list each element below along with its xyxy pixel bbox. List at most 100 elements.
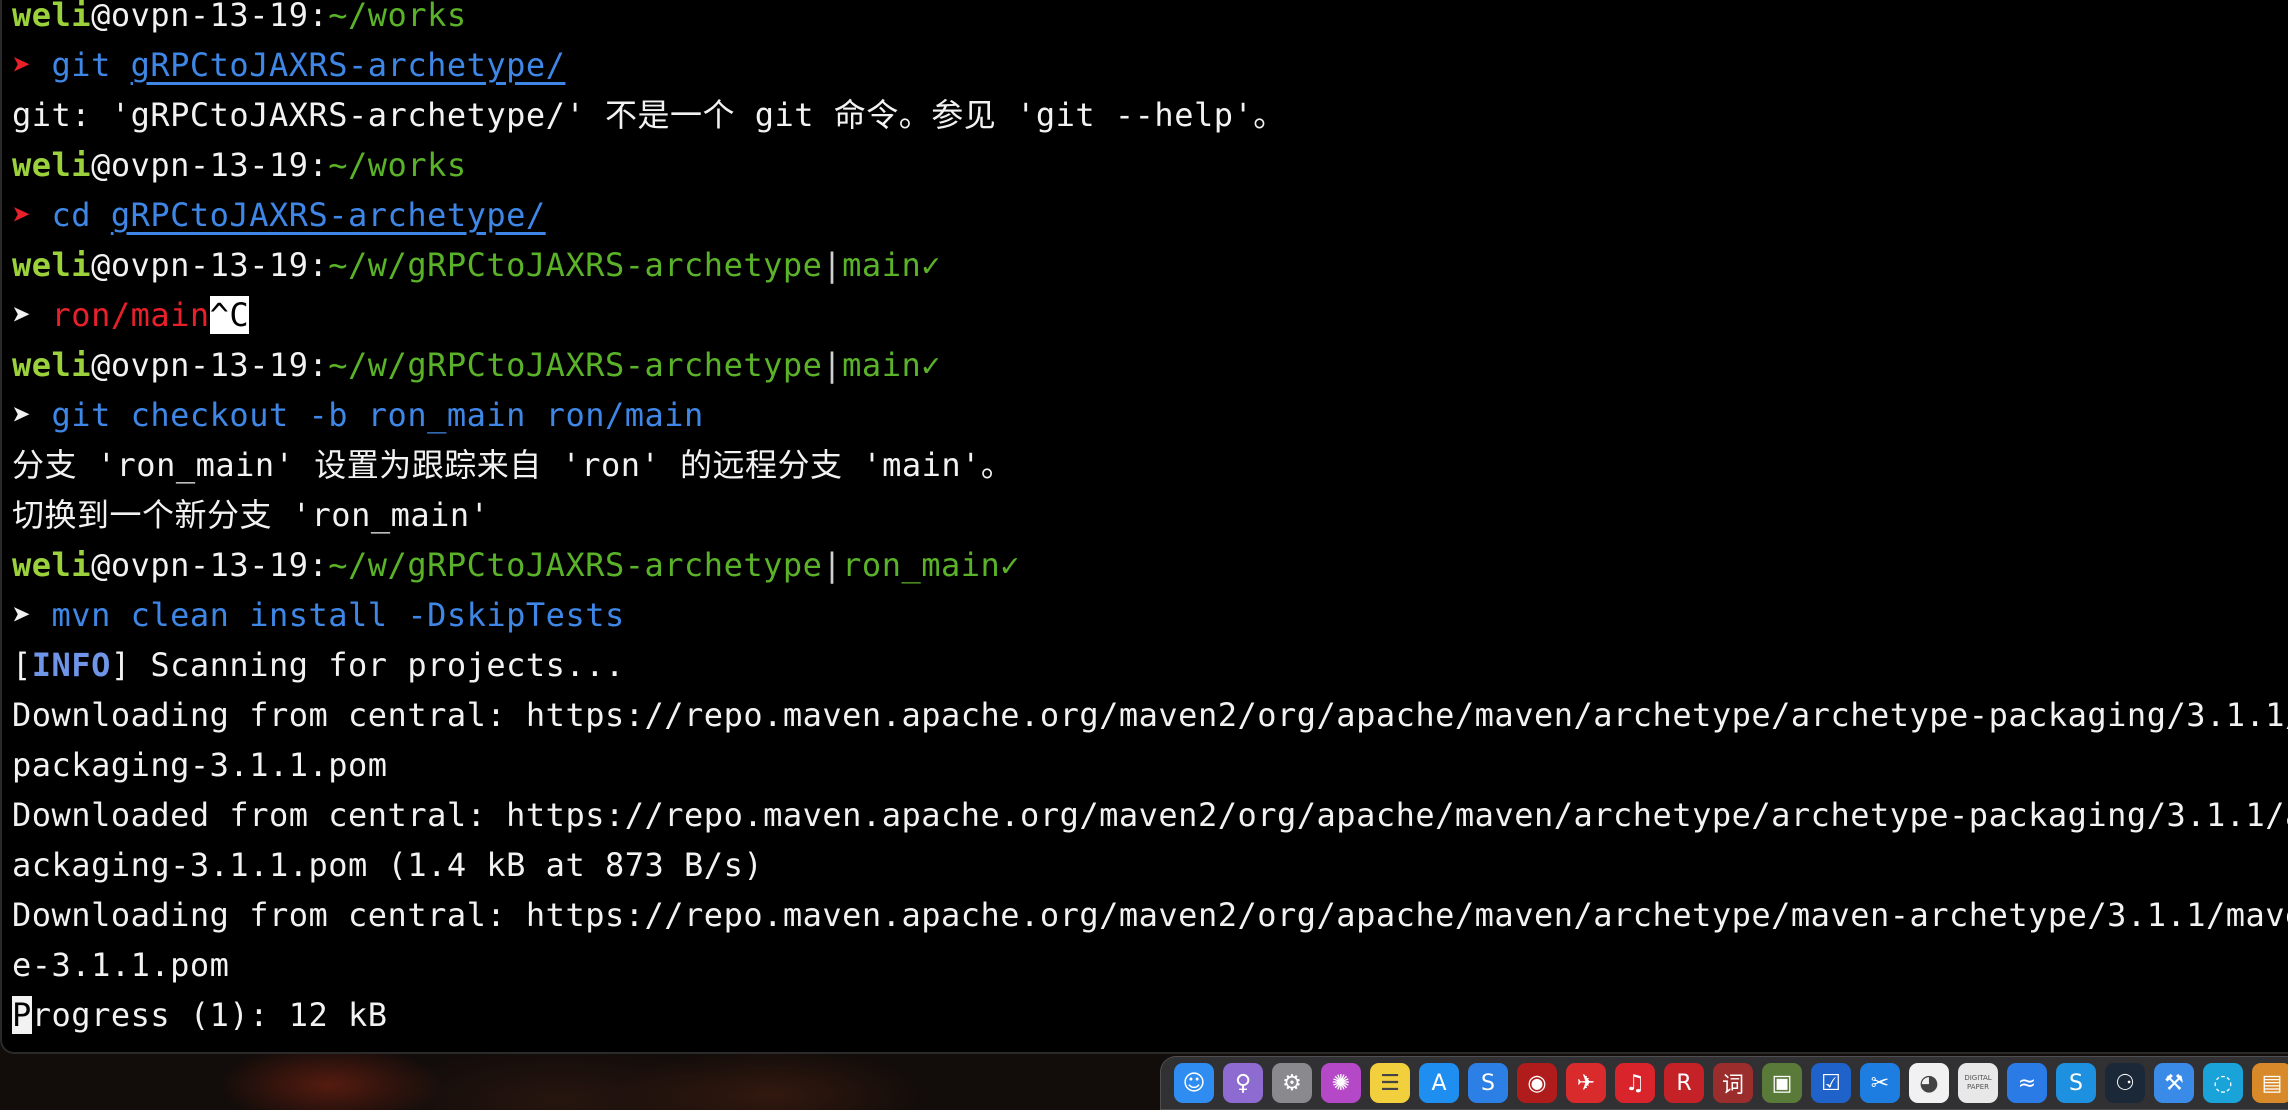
terminal-text: | [822,346,843,384]
terminal-text: 分支 'ron_main' 设置为跟踪来自 'ron' 的远程分支 'main'… [12,446,1014,484]
cloud-app-glyph: ≈ [2017,1070,2037,1096]
checklist-icon[interactable]: ☑ [1811,1063,1851,1103]
photo-booth-glyph: ◉ [1527,1070,1547,1096]
bird-app-icon[interactable]: ✈ [1566,1063,1606,1103]
xcode-tools-icon[interactable]: ✂ [1860,1063,1900,1103]
terminal-text: packaging-3.1.1.pom [12,746,388,784]
terminal-text: git [51,46,111,84]
bird-app-glyph: ✈ [1576,1070,1596,1096]
steam-glyph: ⚆ [2115,1070,2135,1096]
terminal-text: weli [12,546,92,584]
terminal-text: gRPCtoJAXRS-archetype/ [110,196,546,234]
steam-icon[interactable]: ⚆ [2105,1063,2145,1103]
terminal-text: git checkout -b ron_main ron/main [51,396,704,434]
finder-icon[interactable]: ☺ [1174,1063,1214,1103]
netease-music-icon[interactable]: ♫ [1615,1063,1655,1103]
terminal-text: ~/w/gRPCtoJAXRS-archetype [328,546,823,584]
stickies-glyph: ☰ [1380,1070,1400,1096]
reader-app-icon[interactable]: R [1664,1063,1704,1103]
terminal-text: | [822,546,843,584]
terminal-line: ➤ mvn clean install -DskipTests [12,590,2288,640]
swift-glyph: S [1481,1070,1495,1096]
dictionary-glyph: 词 [1721,1073,1744,1098]
system-preferences-glyph: ⚙ [1282,1070,1302,1096]
skype-glyph: S [2069,1070,2083,1096]
finder-glyph: ☺ [1182,1070,1206,1096]
swift-icon[interactable]: S [1468,1063,1508,1103]
terminal-text: e-3.1.1.pom [12,946,230,984]
terminal-line: ➤ ron/main^C [12,290,2288,340]
terminal-text: @ovpn-13-19: [91,246,329,284]
terminal-text: ➤ [12,396,52,434]
terminal-line: ➤ git checkout -b ron_main ron/main [12,390,2288,440]
terminal-line: e-3.1.1.pom [12,940,2288,990]
terminal-text: mvn clean install -DskipTests [51,596,625,634]
chat-app-icon[interactable]: ◕ [1909,1063,1949,1103]
terminal-line: packaging-3.1.1.pom [12,740,2288,790]
terminal-text: weli [12,146,92,184]
terminal-line: Downloading from central: https://repo.m… [12,890,2288,940]
terminal-text: ➤ [12,196,52,234]
xcode-icon[interactable]: ⚒ [2154,1063,2194,1103]
image-viewer-icon[interactable]: ▣ [1762,1063,1802,1103]
terminal-text: ➤ [12,596,52,634]
terminal-text: gRPCtoJAXRS-archetype/ [130,46,566,84]
terminal-line: ➤ git gRPCtoJAXRS-archetype/ [12,40,2288,90]
terminal-text: Downloading from central: https://repo.m… [12,696,2288,734]
stickies-icon[interactable]: ☰ [1370,1063,1410,1103]
terminal-line: weli@ovpn-13-19:~/works [12,0,2288,40]
sync-app-glyph: ◌ [2213,1070,2233,1096]
terminal-line: weli@ovpn-13-19:~/w/gRPCtoJAXRS-archetyp… [12,540,2288,590]
terminal-line: git: 'gRPCtoJAXRS-archetype/' 不是一个 git 命… [12,90,2288,140]
terminal-text: ackaging-3.1.1.pom (1.4 kB at 873 B/s) [12,846,764,884]
terminal-text: INFO [31,646,111,684]
terminal-text: rogress (1): 12 kB [31,996,388,1034]
dictionary-icon[interactable]: 词 [1713,1063,1753,1103]
terminal-line: 分支 'ron_main' 设置为跟踪来自 'ron' 的远程分支 'main'… [12,440,2288,490]
chat-app-glyph: ◕ [1919,1070,1939,1096]
terminal-text: P [12,996,32,1034]
terminal-line: weli@ovpn-13-19:~/works [12,140,2288,190]
terminal-text: main✓ [842,246,941,284]
reader-app-glyph: R [1676,1070,1692,1096]
checklist-glyph: ☑ [1821,1070,1841,1096]
netease-music-glyph: ♫ [1625,1070,1645,1096]
terminal-window[interactable]: weli@ovpn-13-19:~/works ➤ git gRPCtoJAXRS… [0,0,2288,1054]
photo-booth-icon[interactable]: ◉ [1517,1063,1557,1103]
dock: ☺ ♀ ⚙ ✺ ☰ A S ◉ ✈ ♫ R 词 ▣ ☑ ✂ ◕ DIGITAL PAPER ≈ S ⚆ ⚒ ◌ ▤ [1160,1056,2288,1110]
terminal-text: [ [12,646,32,684]
system-preferences-icon[interactable]: ⚙ [1272,1063,1312,1103]
skype-icon[interactable]: S [2056,1063,2096,1103]
terminal-text: cd [51,196,92,234]
app-store-icon[interactable]: A [1419,1063,1459,1103]
terminal-text: @ovpn-13-19: [91,0,329,34]
terminal-text: ron_main✓ [842,546,1021,584]
terminal-output: weli@ovpn-13-19:~/works ➤ git gRPCtoJAXRS… [12,0,2288,1040]
octopus-app-glyph: ✺ [1331,1070,1351,1096]
partial-app-icon[interactable]: ▤ [2252,1063,2288,1103]
tor-browser-glyph: ♀ [1234,1070,1252,1096]
terminal-text: | [822,246,843,284]
terminal-text: main✓ [842,346,941,384]
image-viewer-glyph: ▣ [1771,1070,1793,1096]
digital-paper-icon[interactable]: DIGITAL PAPER [1958,1063,1998,1103]
partial-app-glyph: ▤ [2261,1070,2283,1096]
terminal-line: Downloading from central: https://repo.m… [12,690,2288,740]
terminal-line: weli@ovpn-13-19:~/w/gRPCtoJAXRS-archetyp… [12,240,2288,290]
octopus-app-icon[interactable]: ✺ [1321,1063,1361,1103]
terminal-line: weli@ovpn-13-19:~/w/gRPCtoJAXRS-archetyp… [12,340,2288,390]
terminal-text: ~/w/gRPCtoJAXRS-archetype [328,246,823,284]
terminal-text: Downloading from central: https://repo.m… [12,896,2288,934]
terminal-text: ] Scanning for projects... [110,646,625,684]
sync-app-icon[interactable]: ◌ [2203,1063,2243,1103]
xcode-tools-glyph: ✂ [1870,1070,1890,1096]
terminal-text: ~/w/gRPCtoJAXRS-archetype [328,346,823,384]
tor-browser-icon[interactable]: ♀ [1223,1063,1263,1103]
terminal-line: [INFO] Scanning for projects... [12,640,2288,690]
terminal-text: ~/works [328,146,467,184]
digital-paper-glyph: DIGITAL PAPER [1964,1074,1992,1091]
cloud-app-icon[interactable]: ≈ [2007,1063,2047,1103]
terminal-line: ackaging-3.1.1.pom (1.4 kB at 873 B/s) [12,840,2288,890]
